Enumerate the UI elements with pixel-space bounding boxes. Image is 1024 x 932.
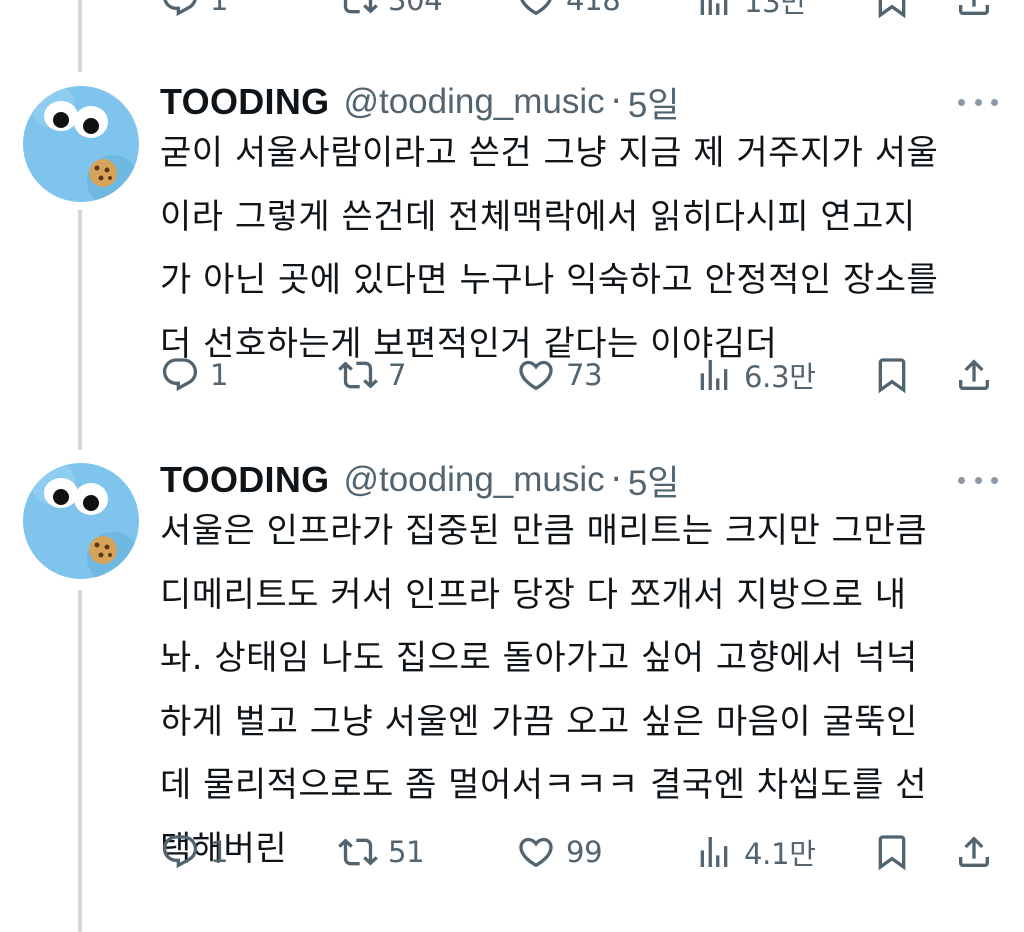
timestamp[interactable]: 5일 — [628, 455, 680, 506]
retweet-button[interactable]: 51 — [338, 828, 425, 876]
views-icon — [700, 360, 728, 390]
bookmark-icon — [878, 0, 906, 19]
like-icon — [520, 0, 552, 16]
tweet-actions: 1 51 99 4.1만 — [160, 828, 1000, 876]
retweet-count: 7 — [388, 358, 407, 392]
reply-count: 1 — [210, 0, 229, 17]
like-icon — [519, 360, 553, 391]
views-icon — [700, 837, 728, 867]
retweet-icon — [338, 838, 378, 866]
tweet-thread: 1 304 418 13만 TOODING @tooding_music · 5… — [0, 0, 1024, 932]
display-name[interactable]: TOODING — [160, 459, 329, 501]
thread-line — [78, 0, 82, 72]
user-handle[interactable]: @tooding_music — [343, 460, 604, 500]
views-count: 13만 — [744, 0, 807, 19]
like-count: 418 — [566, 0, 621, 17]
views-button[interactable]: 13만 — [694, 0, 807, 24]
share-button[interactable] — [954, 0, 994, 24]
views-button[interactable]: 6.3만 — [694, 351, 816, 399]
more-icon — [958, 476, 965, 484]
like-button[interactable]: 418 — [516, 0, 621, 24]
share-button[interactable] — [954, 828, 994, 876]
views-icon — [700, 0, 728, 15]
like-count: 73 — [566, 358, 603, 392]
retweet-button[interactable]: 304 — [338, 0, 443, 24]
retweet-count: 304 — [388, 0, 443, 17]
share-icon — [959, 0, 989, 15]
retweet-icon — [343, 0, 378, 14]
display-name[interactable]: TOODING — [160, 81, 329, 123]
retweet-button[interactable]: 7 — [338, 351, 406, 399]
tweet-header: TOODING @tooding_music · 5일 — [160, 80, 679, 125]
reply-button[interactable]: 1 — [160, 351, 228, 399]
tweet-text: 굳이 서울사람이라고 쓴건 그냥 지금 제 거주지가 서울 이라 그렇게 쓴건데… — [160, 133, 939, 364]
bookmark-button[interactable] — [872, 0, 912, 24]
views-button[interactable]: 4.1만 — [694, 828, 816, 876]
views-count: 4.1만 — [744, 837, 816, 871]
thread-line — [78, 590, 82, 932]
previous-tweet-actions: 1 304 418 13만 — [160, 0, 1000, 24]
reply-icon — [162, 835, 198, 869]
user-handle[interactable]: @tooding_music — [343, 82, 604, 122]
bookmark-button[interactable] — [872, 351, 912, 399]
reply-button[interactable]: 1 — [160, 0, 228, 24]
cookie-monster-avatar-icon — [23, 463, 139, 579]
reply-button[interactable]: 1 — [160, 828, 228, 876]
tweet-header: TOODING @tooding_music · 5일 — [160, 458, 679, 503]
share-icon — [959, 836, 989, 867]
more-button[interactable] — [958, 474, 998, 486]
reply-count: 1 — [210, 358, 229, 392]
separator: · — [610, 82, 622, 122]
views-count: 6.3만 — [744, 360, 816, 394]
cookie-monster-avatar-icon — [23, 86, 139, 202]
like-button[interactable]: 73 — [516, 351, 603, 399]
timestamp[interactable]: 5일 — [628, 77, 680, 128]
tweet-actions: 1 7 73 6.3만 — [160, 351, 1000, 399]
like-button[interactable]: 99 — [516, 828, 603, 876]
share-button[interactable] — [954, 351, 994, 399]
separator: · — [610, 460, 622, 500]
avatar[interactable] — [23, 463, 139, 579]
retweet-icon — [338, 361, 378, 389]
bookmark-button[interactable] — [872, 828, 912, 876]
avatar[interactable] — [23, 86, 139, 202]
like-icon — [519, 837, 553, 868]
bookmark-icon — [878, 358, 906, 394]
reply-icon — [163, 0, 197, 17]
tweet-text: 서울은 인프라가 집중된 만큼 매리트는 크지만 그만큼 디메리트도 커서 인프… — [160, 511, 928, 869]
reply-count: 1 — [210, 835, 229, 869]
bookmark-icon — [878, 835, 906, 871]
more-button[interactable] — [958, 96, 998, 108]
retweet-count: 51 — [388, 835, 425, 869]
more-icon — [958, 98, 965, 106]
reply-icon — [162, 358, 198, 392]
thread-line — [78, 210, 82, 450]
share-icon — [959, 359, 989, 390]
like-count: 99 — [566, 835, 603, 869]
